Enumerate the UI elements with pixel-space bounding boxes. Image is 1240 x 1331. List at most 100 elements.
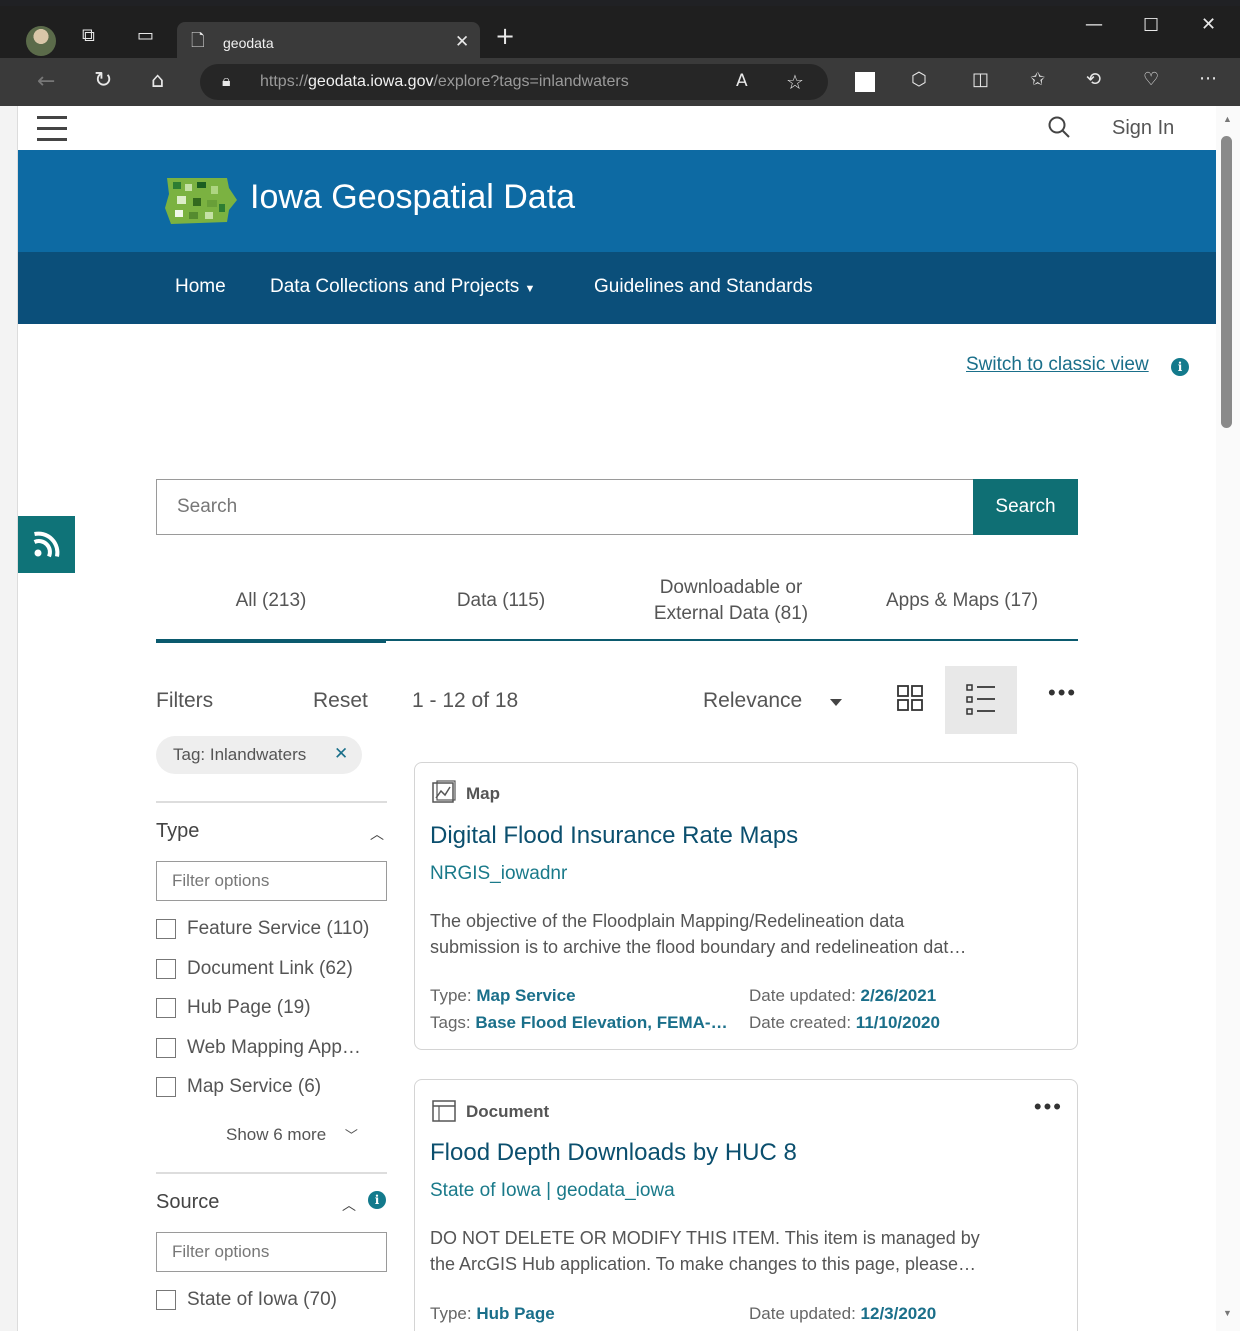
left-window-edge [0, 106, 18, 1331]
chip-label: Tag: Inlandwaters [173, 745, 307, 764]
sort-caret-icon[interactable] [830, 699, 842, 706]
rss-icon [33, 531, 60, 558]
tab-downloadable[interactable]: Downloadable or External Data (81) [616, 561, 846, 641]
iowa-map-logo[interactable] [163, 174, 239, 228]
new-tab-icon[interactable]: + [495, 24, 515, 48]
option-label: Map Service (6) [187, 1076, 322, 1097]
tab-all-label: All (213) [235, 590, 307, 612]
content-tabs: All (213) Data (115) Downloadable or Exte… [156, 561, 1078, 643]
hamburger-menu-icon[interactable] [37, 116, 67, 141]
card-title[interactable]: Digital Flood Insurance Rate Maps [430, 822, 798, 850]
tab-actions-icon[interactable]: ▭ [137, 27, 154, 45]
reset-button[interactable]: Reset [313, 689, 368, 713]
chevron-down-icon: ﹀ [344, 1128, 358, 1143]
checkbox[interactable] [156, 1038, 176, 1058]
split-screen-icon[interactable]: ◫ [972, 71, 989, 89]
checkbox[interactable] [156, 998, 176, 1018]
site-title[interactable]: Iowa Geospatial Data [250, 178, 575, 217]
favorite-star-icon[interactable]: ☆ [786, 72, 804, 92]
read-aloud-icon[interactable]: A [736, 73, 748, 90]
card-meta-tags: Tags: Base Flood Elevation, FEMA-… [430, 1013, 728, 1032]
close-window-icon[interactable]: ✕ [1201, 16, 1216, 34]
home-icon[interactable]: ⌂ [151, 70, 164, 91]
card-meta-type: Type: Map Service [430, 986, 576, 1005]
checkbox[interactable] [156, 1077, 176, 1097]
tab-data[interactable]: Data (115) [386, 561, 616, 641]
source-filter-input[interactable] [157, 1233, 386, 1271]
extensions-icon[interactable]: ⬡ [911, 71, 927, 89]
card-description: DO NOT DELETE OR MODIFY THIS ITEM. This … [430, 1228, 980, 1274]
health-icon[interactable]: ♡ [1143, 71, 1159, 89]
list-view-button[interactable] [945, 666, 1017, 734]
rss-feed-button[interactable] [18, 516, 75, 573]
option-label: Feature Service (110) [187, 918, 370, 939]
workspaces-icon[interactable]: ⧉ [82, 27, 95, 45]
history-icon[interactable]: ⟲ [1086, 71, 1101, 89]
info-icon[interactable]: i [1171, 358, 1189, 376]
search-field[interactable] [156, 479, 974, 535]
card-owner[interactable]: State of Iowa | geodata_iowa [430, 1180, 675, 1202]
option-label: State of Iowa (70) [187, 1289, 337, 1310]
lock-icon[interactable]: 🔒︎ [222, 73, 231, 89]
browser-menu-icon[interactable]: ⋯ [1199, 70, 1217, 88]
card-title[interactable]: Flood Depth Downloads by HUC 8 [430, 1139, 797, 1167]
nav-guidelines[interactable]: Guidelines and Standards [594, 276, 813, 298]
type-filter-field[interactable] [156, 861, 387, 901]
tab-all[interactable]: All (213) [156, 561, 386, 643]
favorites-icon[interactable]: ✩ [1030, 71, 1045, 89]
document-icon [432, 1100, 456, 1122]
checkbox[interactable] [156, 959, 176, 979]
tab-apps-maps-label: Apps & Maps (17) [885, 590, 1039, 612]
grid-view-icon[interactable] [896, 684, 924, 712]
nav-home[interactable]: Home [175, 276, 226, 298]
close-tab-icon[interactable]: ✕ [455, 34, 469, 51]
sort-dropdown[interactable]: Relevance [703, 689, 802, 713]
maximize-icon[interactable]: ☐ [1143, 17, 1159, 35]
divider [156, 801, 387, 803]
page-icon: 🗋 [191, 31, 205, 51]
result-card[interactable]: Document ••• Flood Depth Downloads by HU… [414, 1079, 1078, 1331]
card-meta-updated: Date updated: 12/3/2020 [749, 1304, 937, 1323]
more-options-icon[interactable]: ••• [1048, 680, 1077, 706]
back-icon[interactable]: ← [37, 71, 55, 93]
checkbox[interactable] [156, 919, 176, 939]
page-scrollbar[interactable]: ▲ ▼ [1216, 106, 1240, 1331]
divider [156, 1172, 387, 1174]
active-filter-chip[interactable]: Tag: Inlandwaters ✕ [156, 736, 362, 774]
sign-in-link[interactable]: Sign In [1112, 117, 1174, 140]
nav-data-collections[interactable]: Data Collections and Projects ▼ [270, 276, 535, 298]
scroll-up-icon[interactable]: ▲ [1223, 114, 1232, 124]
info-icon[interactable]: i [368, 1191, 386, 1209]
facet-type-title[interactable]: Type [156, 820, 199, 843]
url-text: https://geodata.iowa.gov/explore?tags=in… [260, 73, 629, 90]
source-filter-field[interactable] [156, 1232, 387, 1272]
search-input[interactable] [157, 480, 973, 534]
scrollbar-thumb[interactable] [1221, 136, 1232, 428]
profile-avatar[interactable] [26, 26, 56, 56]
switch-classic-view-link[interactable]: Switch to classic view [966, 354, 1149, 376]
minimize-icon[interactable]: — [1085, 16, 1103, 34]
facet-source-title[interactable]: Source [156, 1191, 219, 1214]
search-button[interactable]: Search [973, 479, 1078, 535]
chevron-up-icon[interactable]: ︿ [370, 824, 384, 844]
result-card[interactable]: Map Digital Flood Insurance Rate Maps NR… [414, 762, 1078, 1050]
type-filter-input[interactable] [157, 862, 386, 900]
site-top-bar: Sign In [18, 106, 1216, 150]
extension-square-icon[interactable] [855, 72, 875, 92]
card-owner[interactable]: NRGIS_iowadnr [430, 863, 567, 885]
tab-strip: ⧉ ▭ 🗋 geodata ✕ + — ☐ ✕ [0, 6, 1240, 64]
tab-title: geodata [223, 35, 274, 51]
refresh-icon[interactable]: ↻ [94, 70, 112, 92]
chevron-up-icon[interactable]: ︿ [342, 1195, 356, 1215]
card-description: The objective of the Floodplain Mapping/… [430, 911, 967, 957]
search-icon[interactable] [1048, 116, 1070, 138]
scroll-down-icon[interactable]: ▼ [1223, 1308, 1232, 1318]
remove-filter-icon[interactable]: ✕ [334, 744, 348, 764]
nav-data-collections-label: Data Collections and Projects [270, 276, 520, 297]
tab-data-label: Data (115) [456, 590, 546, 612]
tab-apps-maps[interactable]: Apps & Maps (17) [846, 561, 1078, 641]
show-more-link[interactable]: Show 6 more ﹀ [226, 1125, 358, 1145]
card-more-options-icon[interactable]: ••• [1034, 1094, 1063, 1120]
checkbox[interactable] [156, 1290, 176, 1310]
address-bar[interactable]: 🔒︎ https://geodata.iowa.gov/explore?tags… [200, 64, 828, 100]
